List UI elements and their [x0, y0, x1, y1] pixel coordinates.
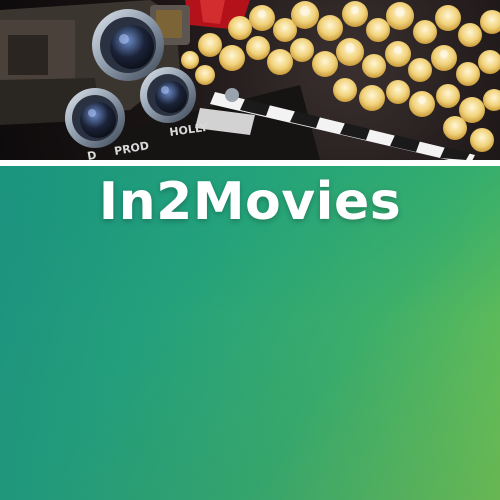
page: HOLLY PROD D In2Movies: [0, 0, 500, 500]
clapperboard-text-director: D: [86, 149, 97, 160]
hero-illustration: HOLLY PROD D: [0, 0, 500, 160]
hero-image: HOLLY PROD D: [0, 0, 500, 160]
brand-title: In2Movies: [98, 172, 402, 232]
